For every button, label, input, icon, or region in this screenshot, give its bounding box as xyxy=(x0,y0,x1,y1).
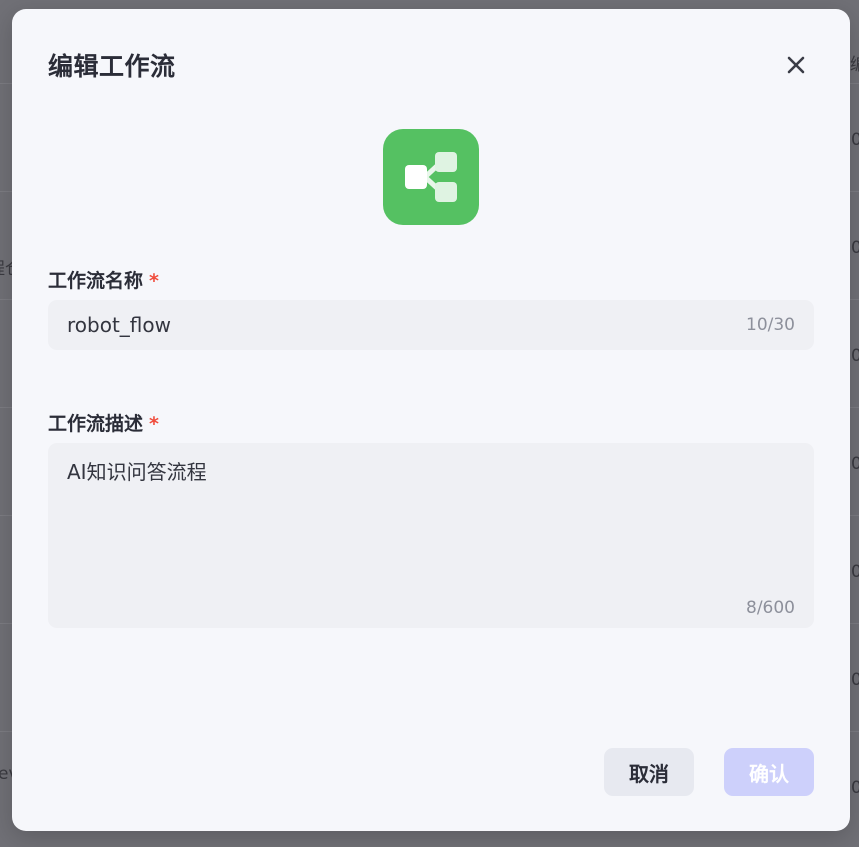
bg-text: 0 xyxy=(851,238,859,258)
close-icon xyxy=(787,56,805,74)
bg-text: 0 xyxy=(851,130,859,150)
required-mark: * xyxy=(149,413,159,435)
workflow-name-value: robot_flow xyxy=(67,313,171,337)
cancel-button[interactable]: 取消 xyxy=(604,748,694,796)
bg-text: 0 xyxy=(851,778,859,798)
bg-text: 编 xyxy=(850,55,859,75)
workflow-name-input[interactable]: robot_flow 10/30 xyxy=(48,300,814,350)
workflow-name-label: 工作流名称 * xyxy=(48,266,159,293)
required-mark: * xyxy=(149,270,159,292)
workflow-app-icon[interactable] xyxy=(383,129,479,225)
workflow-description-counter: 8/600 xyxy=(746,598,795,618)
bg-text: 0 xyxy=(851,562,859,582)
bg-text: 0 xyxy=(851,670,859,690)
bg-text: 0 xyxy=(851,346,859,366)
dialog-title: 编辑工作流 xyxy=(48,52,176,81)
workflow-description-value: AI知识问答流程 xyxy=(67,460,207,484)
workflow-description-label: 工作流描述 * xyxy=(48,409,159,436)
workflow-description-textarea[interactable]: AI知识问答流程 8/600 xyxy=(48,443,814,628)
confirm-button[interactable]: 确认 xyxy=(724,748,814,796)
close-button[interactable] xyxy=(782,51,810,79)
bg-text: 0 xyxy=(851,454,859,474)
workflow-share-icon xyxy=(405,152,457,202)
workflow-description-label-text: 工作流描述 xyxy=(48,413,144,435)
edit-workflow-dialog: 编辑工作流 工作流名称 * robot_flow 10/30 工作流描述 * AI知… xyxy=(12,9,850,831)
workflow-name-counter: 10/30 xyxy=(746,315,795,335)
workflow-name-label-text: 工作流名称 xyxy=(48,270,144,292)
